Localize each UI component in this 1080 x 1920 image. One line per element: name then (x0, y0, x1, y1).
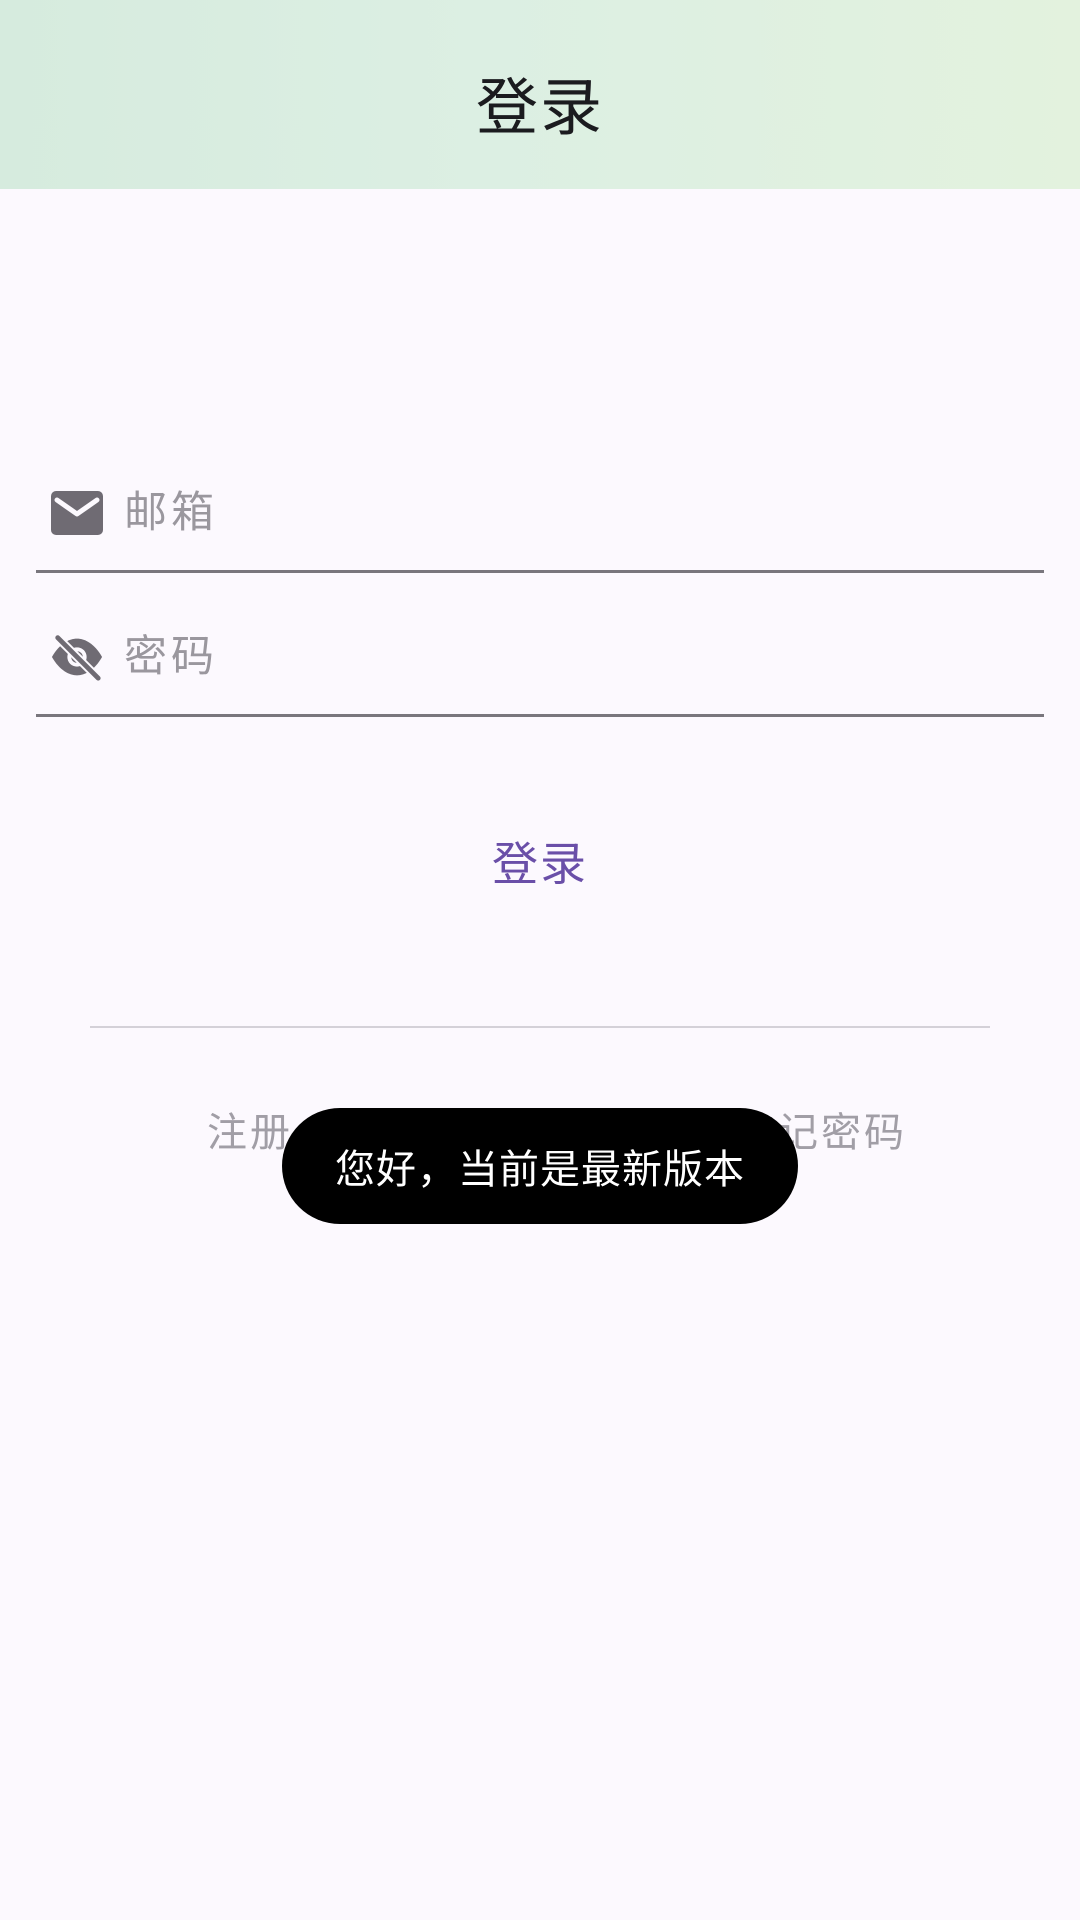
visibility-off-icon[interactable] (50, 630, 104, 684)
register-link[interactable]: 注册 (207, 1100, 293, 1158)
login-button[interactable]: 登录 (380, 816, 700, 906)
toast-message: 您好，当前是最新版本 (335, 1147, 745, 1193)
app-bar: 登录 (0, 0, 1080, 189)
password-input[interactable] (124, 632, 1004, 682)
page-title: 登录 (475, 70, 604, 144)
divider (90, 1026, 990, 1028)
email-input[interactable] (124, 488, 1004, 538)
email-field[interactable] (36, 456, 1044, 573)
toast: 您好，当前是最新版本 (282, 1108, 798, 1224)
password-field[interactable] (36, 600, 1044, 717)
login-screen: 登录 登录 注册 忘记密码 您好，当前是最新版本 (0, 0, 1080, 1920)
mail-icon (50, 486, 104, 540)
